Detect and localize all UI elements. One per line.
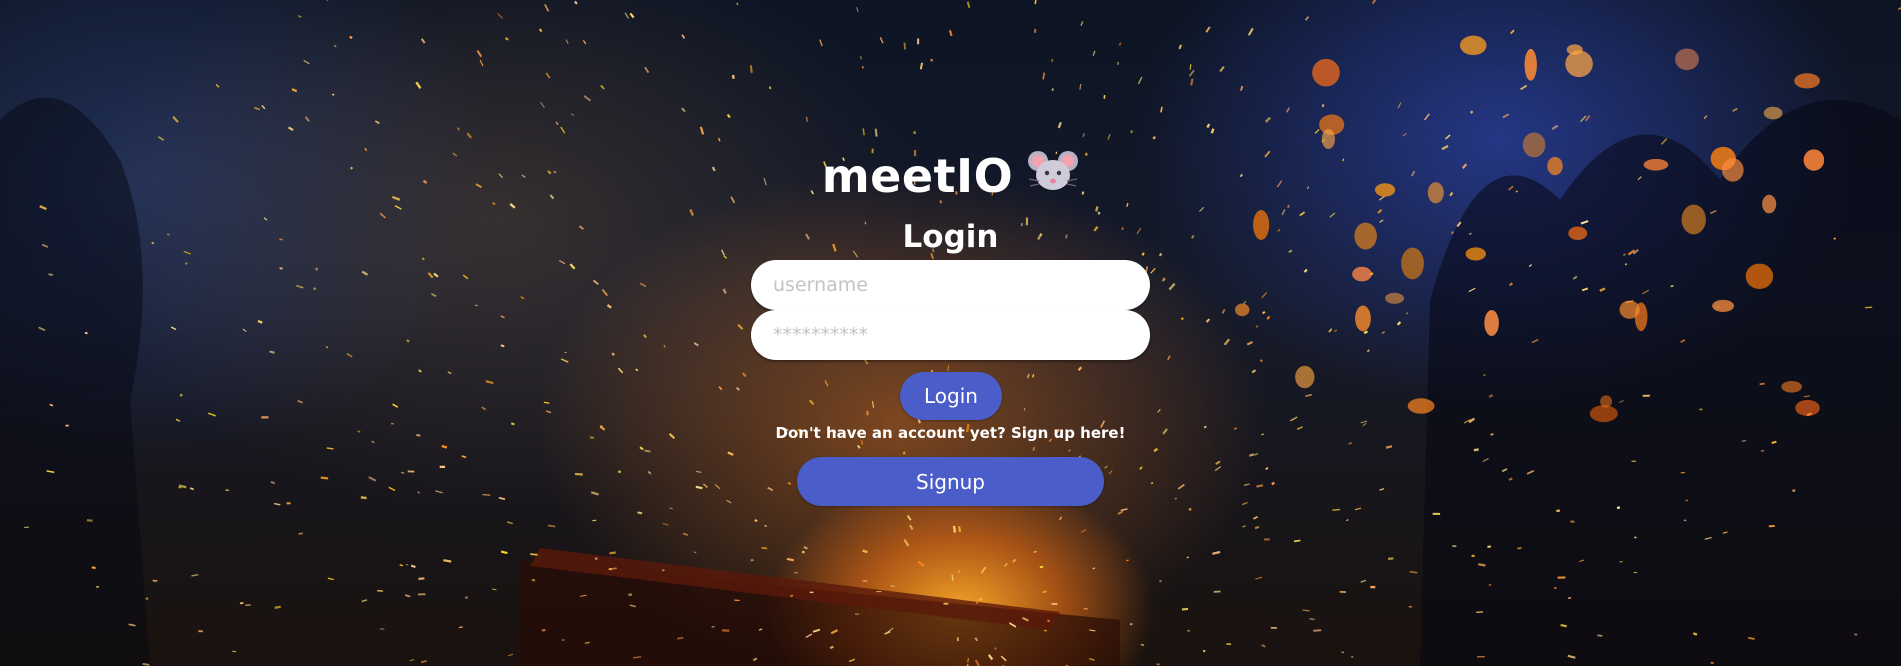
app-title-text: meetIO xyxy=(821,149,1014,203)
login-button[interactable]: Login xyxy=(900,372,1002,420)
login-form: meetIO Login Login Don't have an account… xyxy=(0,0,1901,666)
password-input[interactable] xyxy=(751,310,1150,360)
username-input[interactable] xyxy=(751,260,1150,310)
signup-hint: Don't have an account yet? Sign up here! xyxy=(775,424,1126,442)
signup-button[interactable]: Signup xyxy=(797,457,1104,506)
form-heading: Login xyxy=(902,219,999,255)
mouse-face-icon xyxy=(1027,147,1079,207)
app-title: meetIO xyxy=(0,148,1901,207)
